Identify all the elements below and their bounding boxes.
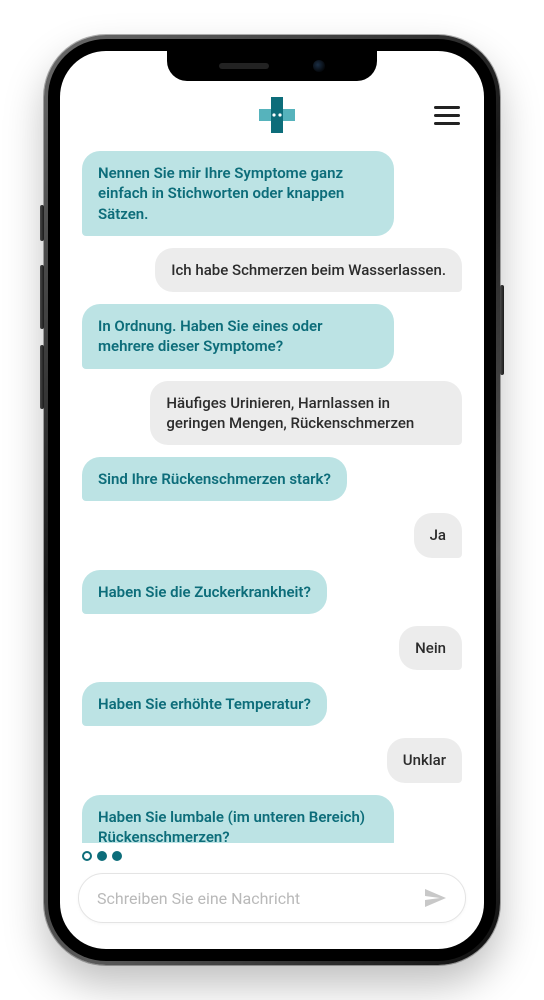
- user-message: Nein: [399, 626, 462, 670]
- phone-screen: Nennen Sie mir Ihre Symptome ganz einfac…: [60, 51, 484, 949]
- bot-message: Haben Sie lumbale (im unteren Bereich) R…: [82, 795, 394, 844]
- side-button-mute: [40, 205, 44, 241]
- message-input[interactable]: [97, 889, 415, 908]
- bot-message: In Ordnung. Haben Sie eines oder mehrere…: [82, 304, 394, 369]
- user-message: Ich habe Schmerzen beim Wasserlassen.: [155, 248, 462, 292]
- user-message: Unklar: [387, 738, 462, 782]
- hamburger-menu-icon[interactable]: [434, 106, 460, 125]
- bot-message: Haben Sie erhöhte Temperatur?: [82, 682, 327, 726]
- side-button-vol-down: [40, 345, 44, 409]
- message-input-wrap[interactable]: [78, 873, 466, 923]
- phone-notch: [167, 51, 377, 81]
- phone-frame: Nennen Sie mir Ihre Symptome ganz einfac…: [44, 35, 500, 965]
- typing-dot: [97, 851, 107, 861]
- typing-indicator: [60, 843, 484, 865]
- typing-dot: [82, 851, 92, 861]
- bot-message: Nennen Sie mir Ihre Symptome ganz einfac…: [82, 151, 394, 236]
- chat-thread[interactable]: Nennen Sie mir Ihre Symptome ganz einfac…: [60, 147, 484, 843]
- bot-message: Sind Ihre Rückenschmerzen stark?: [82, 457, 347, 501]
- user-message: Häufiges Urinieren, Harnlassen in gering…: [150, 381, 462, 446]
- front-camera: [313, 60, 325, 72]
- bot-message: Haben Sie die Zuckerkrankheit?: [82, 570, 327, 614]
- speaker-grille: [219, 63, 269, 69]
- medical-cross-logo-icon: [257, 95, 297, 135]
- user-message: Ja: [414, 513, 462, 557]
- typing-dot: [112, 851, 122, 861]
- side-button-power: [500, 285, 504, 375]
- send-icon[interactable]: [423, 886, 447, 910]
- side-button-vol-up: [40, 265, 44, 329]
